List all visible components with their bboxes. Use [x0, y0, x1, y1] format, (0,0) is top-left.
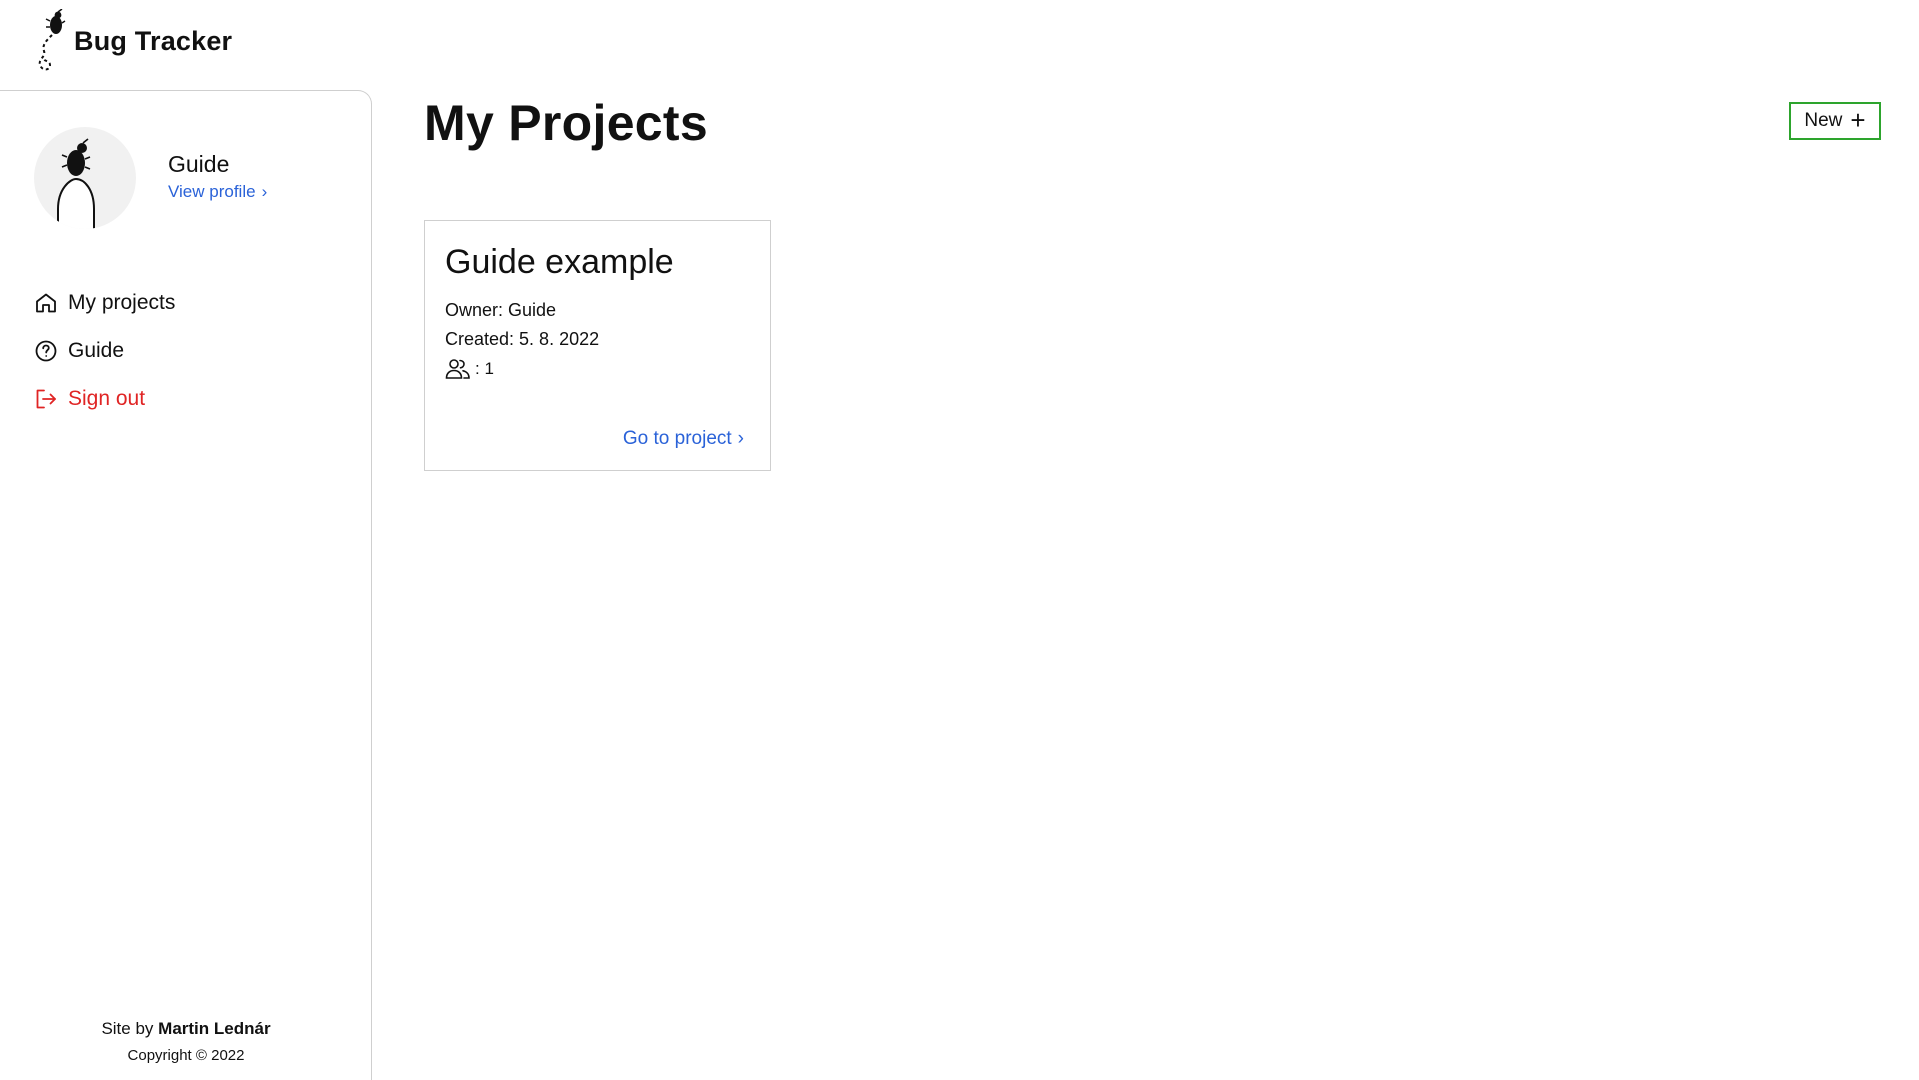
footer-author: Martin Lednár	[158, 1019, 271, 1038]
profile-text: Guide View profile ›	[168, 151, 267, 202]
sidebar-item-sign-out[interactable]: Sign out	[34, 375, 175, 423]
chevron-right-icon: ›	[737, 428, 744, 449]
view-profile-label: View profile	[168, 181, 256, 201]
sidebar-item-label: Guide	[68, 339, 125, 362]
app-root: Bug Tracker Guide View profile › My proj…	[0, 0, 1919, 1080]
sidebar-nav: My projects Guide Sign out	[34, 279, 175, 423]
page-title: My Projects	[424, 95, 708, 151]
sign-out-icon	[36, 389, 56, 409]
project-members: : 1	[445, 358, 750, 380]
bug-avatar-icon	[57, 138, 95, 229]
bug-logo-icon	[38, 9, 66, 71]
sidebar-item-guide[interactable]: Guide	[34, 327, 175, 375]
main-content: My Projects New + Guide example Owner: G…	[372, 90, 1919, 1080]
top-header: Bug Tracker	[0, 0, 1919, 90]
profile-name: Guide	[168, 150, 230, 177]
footer-copyright: Copyright © 2022	[127, 1047, 245, 1064]
project-owner: Owner: Guide	[445, 300, 557, 320]
sidebar-item-my-projects[interactable]: My projects	[34, 279, 175, 327]
home-icon	[36, 293, 56, 313]
brand[interactable]: Bug Tracker	[34, 9, 232, 73]
avatar[interactable]	[34, 127, 136, 229]
brand-title: Bug Tracker	[74, 25, 233, 56]
sidebar-footer: Site by Martin Lednár Copyright © 2022	[0, 1019, 372, 1064]
go-to-project-label: Go to project	[622, 428, 732, 449]
sidebar-item-label: Sign out	[68, 387, 146, 410]
new-project-button[interactable]: New +	[1789, 102, 1881, 140]
project-created: Created: 5. 8. 2022	[445, 329, 600, 349]
chevron-right-icon: ›	[261, 181, 268, 201]
view-profile-link[interactable]: View profile ›	[168, 182, 267, 202]
project-card: Guide example Owner: Guide Created: 5. 8…	[424, 220, 771, 471]
new-button-label: New	[1804, 110, 1843, 131]
project-title: Guide example	[445, 243, 674, 281]
question-circle-icon	[35, 340, 57, 362]
go-to-project-link[interactable]: Go to project ›	[623, 428, 744, 450]
sidebar-item-label: My projects	[68, 291, 176, 314]
profile-card: Guide View profile ›	[34, 127, 267, 229]
people-icon	[445, 359, 470, 379]
project-member-count: : 1	[475, 359, 494, 378]
plus-icon: +	[1850, 105, 1866, 135]
footer-site-by: Site by	[101, 1019, 154, 1038]
sidebar: Guide View profile › My projects Guide S…	[0, 90, 372, 1080]
